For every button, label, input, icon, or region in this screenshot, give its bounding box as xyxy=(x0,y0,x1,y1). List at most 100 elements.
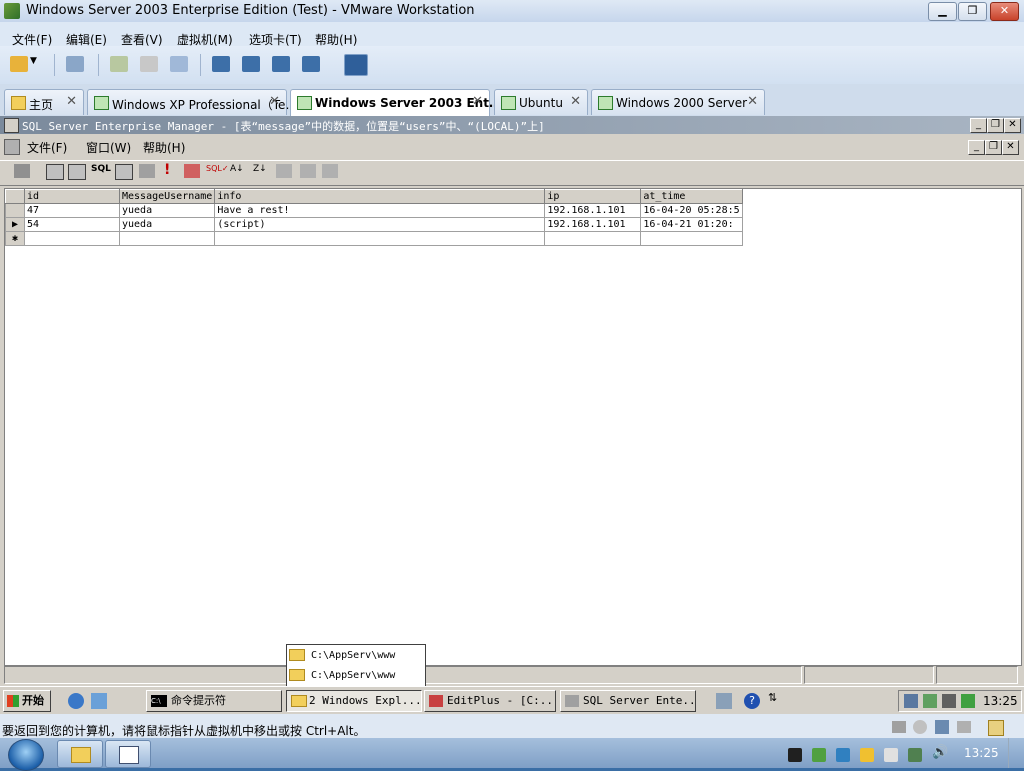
security-icon[interactable] xyxy=(923,694,937,708)
sort-descending-icon[interactable]: Z↓ xyxy=(253,164,269,178)
taskbar-item-cmd[interactable]: C:\ 命令提示符 xyxy=(146,690,282,712)
child-close-button[interactable]: ✕ xyxy=(1002,140,1019,155)
close-icon[interactable]: ✕ xyxy=(472,94,483,109)
remove-filter-icon[interactable] xyxy=(276,164,292,178)
cell-id[interactable]: 47 xyxy=(24,203,120,218)
run-icon[interactable]: ! xyxy=(164,162,180,178)
console-view-icon[interactable] xyxy=(212,56,230,72)
sql-service-icon[interactable] xyxy=(961,694,975,708)
cell-id[interactable]: 54 xyxy=(24,217,120,232)
sort-ascending-icon[interactable]: A↓ xyxy=(230,164,246,178)
column-header[interactable]: id xyxy=(24,189,120,204)
windows-start-orb-icon[interactable] xyxy=(8,739,44,771)
vmware-taskbar-button[interactable] xyxy=(105,740,151,768)
new-cell[interactable] xyxy=(24,231,120,246)
printer-icon[interactable] xyxy=(716,693,732,709)
ie-icon[interactable] xyxy=(68,693,84,709)
tab-windows-server-2003[interactable]: Windows Server 2003 Ent… ✕ xyxy=(290,89,501,116)
usb-device-icon[interactable] xyxy=(884,748,898,762)
usb-icon[interactable] xyxy=(957,721,971,733)
new-cell[interactable] xyxy=(544,231,642,246)
message-log-icon[interactable] xyxy=(988,720,1004,736)
taskbar-item-editplus[interactable]: EditPlus - [C:... xyxy=(424,690,556,712)
vmware-tools-icon[interactable] xyxy=(942,694,956,708)
group-by-icon[interactable] xyxy=(300,164,316,178)
close-icon[interactable]: ✕ xyxy=(747,94,758,109)
taskbar-item-sql-server[interactable]: SQL Server Ente... xyxy=(560,690,696,712)
tab-home[interactable]: 主页 ✕ xyxy=(4,89,84,115)
new-cell[interactable] xyxy=(214,231,546,246)
new-row-icon[interactable]: ✱ xyxy=(5,231,25,246)
tray-app-icon[interactable] xyxy=(860,748,874,762)
minimize-button[interactable]: ▁ xyxy=(928,2,957,21)
cancel-query-icon[interactable] xyxy=(184,164,200,178)
verify-sql-icon[interactable]: SQL✓ xyxy=(206,164,229,178)
close-icon[interactable]: ✕ xyxy=(66,94,77,109)
new-row[interactable]: ✱ xyxy=(5,231,743,246)
close-icon[interactable]: ✕ xyxy=(269,94,280,109)
column-header[interactable]: MessageUsername xyxy=(118,189,216,204)
taskbar-item-explorer-group[interactable]: 2 Windows Expl... xyxy=(286,690,422,712)
quick-switch-icon[interactable] xyxy=(242,56,260,72)
fullscreen-icon[interactable] xyxy=(272,56,290,72)
close-icon[interactable]: ✕ xyxy=(570,94,581,109)
cell-info[interactable]: (script) xyxy=(214,217,546,232)
new-cell[interactable] xyxy=(640,231,743,246)
cell-username[interactable]: yueda xyxy=(118,217,216,232)
outlook-express-icon[interactable] xyxy=(91,693,107,709)
show-diagram-icon[interactable] xyxy=(46,164,64,180)
child-restore-button[interactable]: ❐ xyxy=(985,140,1002,155)
show-desktop-button[interactable] xyxy=(1008,738,1024,768)
tab-windows-xp[interactable]: Windows XP Professional（Te… ✕ xyxy=(87,89,297,115)
child-minimize-button[interactable]: _ xyxy=(968,140,985,155)
sql-pane-icon[interactable]: SQL xyxy=(91,164,111,178)
volume-icon[interactable]: 🔊 xyxy=(932,745,948,760)
popup-item[interactable]: C:\AppServ\www xyxy=(289,647,395,665)
popup-item[interactable]: C:\AppServ\www xyxy=(289,667,395,685)
column-header[interactable]: at_time xyxy=(640,189,743,204)
current-row-icon[interactable]: ▶ xyxy=(5,217,25,232)
app-tray-icon[interactable] xyxy=(812,748,826,762)
chevron-down-icon[interactable]: ▼ xyxy=(30,56,40,72)
table-row[interactable]: 47 yueda Have a rest! 192.168.1.101 16-0… xyxy=(5,203,743,218)
menu-help[interactable]: 帮助(H) xyxy=(143,139,185,156)
network-icon[interactable] xyxy=(904,694,918,708)
cell-at-time[interactable]: 16-04-21 01:20: xyxy=(640,217,743,232)
network-adapter-icon[interactable] xyxy=(935,720,949,734)
row-selector[interactable] xyxy=(5,203,25,218)
show-grid-icon[interactable] xyxy=(68,164,86,180)
column-header[interactable]: ip xyxy=(544,189,642,204)
cell-username[interactable]: yueda xyxy=(118,203,216,218)
results-grid[interactable]: id MessageUsername info ip at_time 47 yu… xyxy=(4,188,1022,666)
properties-icon[interactable] xyxy=(14,164,30,178)
tab-ubuntu[interactable]: Ubuntu ✕ xyxy=(494,89,588,115)
snapshot-icon[interactable] xyxy=(110,56,128,72)
snapshot-manager-icon[interactable] xyxy=(170,56,188,72)
explorer-taskbar-button[interactable] xyxy=(57,740,103,768)
change-type-icon[interactable] xyxy=(139,164,155,178)
table-row[interactable]: ▶ 54 yueda (script) 192.168.1.101 16-04-… xyxy=(5,217,743,232)
cd-icon[interactable] xyxy=(913,720,927,734)
close-button[interactable]: ✕ xyxy=(1004,118,1021,133)
close-button[interactable]: ✕ xyxy=(990,2,1019,21)
hard-disk-icon[interactable] xyxy=(892,721,906,733)
view-icon[interactable] xyxy=(344,54,368,76)
revert-snapshot-icon[interactable] xyxy=(140,56,158,72)
network-icon[interactable] xyxy=(66,56,84,72)
expand-icon[interactable]: ⇅ xyxy=(768,691,777,704)
media-icon[interactable] xyxy=(788,748,802,762)
network-status-icon[interactable] xyxy=(908,748,922,762)
menu-file[interactable]: 文件(F) xyxy=(27,139,67,156)
add-table-icon[interactable] xyxy=(322,164,338,178)
shield-icon[interactable] xyxy=(836,748,850,762)
menu-window[interactable]: 窗口(W) xyxy=(86,139,131,156)
cell-ip[interactable]: 192.168.1.101 xyxy=(544,203,642,218)
results-icon[interactable] xyxy=(115,164,133,180)
pause-icon[interactable] xyxy=(10,56,28,72)
restore-button[interactable]: ❐ xyxy=(958,2,987,21)
tab-windows-2000[interactable]: Windows 2000 Server ✕ xyxy=(591,89,765,115)
restore-button[interactable]: ❐ xyxy=(987,118,1004,133)
cell-info[interactable]: Have a rest! xyxy=(214,203,546,218)
start-button[interactable]: 开始 xyxy=(3,690,51,712)
new-cell[interactable] xyxy=(118,231,216,246)
